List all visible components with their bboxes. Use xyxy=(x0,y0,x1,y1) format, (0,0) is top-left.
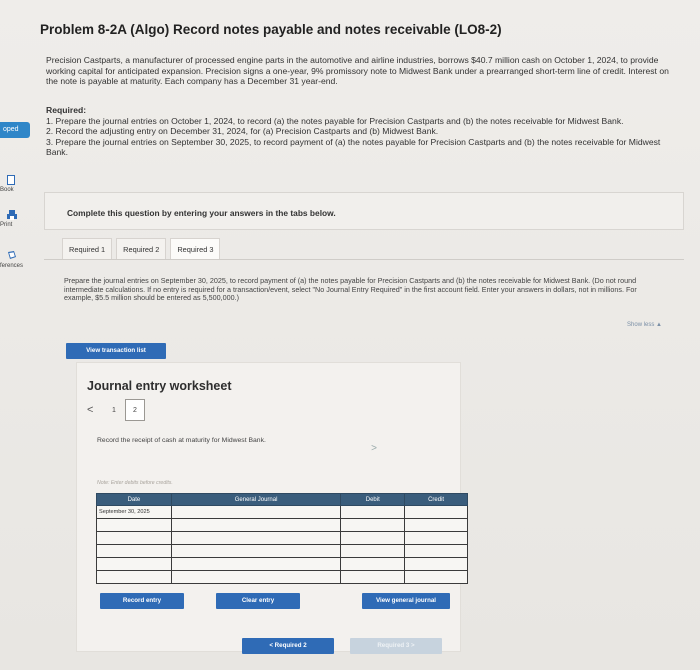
required-item-2: 2. Record the adjusting entry on Decembe… xyxy=(46,126,439,136)
table-row xyxy=(96,570,468,584)
header-debit: Debit xyxy=(340,493,406,506)
header-credit: Credit xyxy=(404,493,468,506)
debit-cell[interactable] xyxy=(340,518,406,532)
print-icon xyxy=(7,210,17,220)
view-general-journal-button[interactable]: View general journal xyxy=(362,593,450,609)
date-cell[interactable] xyxy=(96,531,172,545)
tab-bar: Required 1 Required 2 Required 3 xyxy=(62,238,224,260)
required-section: Required: 1. Prepare the journal entries… xyxy=(46,105,676,158)
sidebar-item-print[interactable]: Print xyxy=(0,209,36,228)
account-cell[interactable] xyxy=(170,505,342,519)
table-row xyxy=(96,531,468,545)
credit-cell[interactable] xyxy=(404,518,468,532)
credit-cell[interactable] xyxy=(404,544,468,558)
page: oped Book Print ferences Problem 8-2A (A… xyxy=(0,0,700,670)
date-cell[interactable] xyxy=(96,570,172,584)
credit-cell[interactable] xyxy=(404,505,468,519)
sidebar-badge[interactable]: oped xyxy=(0,122,30,138)
debit-cell[interactable] xyxy=(340,531,406,545)
sidebar-item-book[interactable]: Book xyxy=(0,174,36,193)
credit-cell[interactable] xyxy=(404,570,468,584)
date-cell[interactable] xyxy=(96,518,172,532)
required-item-1: 1. Prepare the journal entries on Octobe… xyxy=(46,115,624,126)
instruction-card-text: Complete this question by entering your … xyxy=(67,208,336,218)
tab-required-1[interactable]: Required 1 xyxy=(62,238,113,260)
credit-cell[interactable] xyxy=(404,531,468,545)
worksheet-description: Record the receipt of cash at maturity f… xyxy=(97,437,266,444)
record-entry-button[interactable]: Record entry xyxy=(100,593,184,609)
references-icon xyxy=(8,251,16,259)
worksheet-pagination: < 1 2 > xyxy=(87,399,377,454)
page-title: Problem 8-2A (Algo) Record notes payable… xyxy=(40,22,502,37)
required-item-3: 3. Prepare the journal entries on Septem… xyxy=(46,136,661,158)
problem-intro: Precision Castparts, a manufacturer of p… xyxy=(46,55,669,86)
page-1-button[interactable]: 1 xyxy=(103,407,125,414)
credit-cell[interactable] xyxy=(404,557,468,571)
debit-cell[interactable] xyxy=(340,570,406,584)
worksheet-title: Journal entry worksheet xyxy=(87,379,232,393)
header-date: Date xyxy=(96,493,172,506)
debit-cell[interactable] xyxy=(340,557,406,571)
debit-cell[interactable] xyxy=(340,505,406,519)
account-cell[interactable] xyxy=(170,570,342,584)
account-cell[interactable] xyxy=(170,531,342,545)
prev-required-button[interactable]: < Required 2 xyxy=(242,638,334,654)
date-cell[interactable]: September 30, 2025 xyxy=(96,505,172,519)
sidebar-item-references[interactable]: ferences xyxy=(0,250,36,269)
sidebar-item-label: Print xyxy=(0,222,13,228)
tab-instructions: Prepare the journal entries on September… xyxy=(64,276,637,303)
next-required-button[interactable]: Required 3 > xyxy=(350,638,442,654)
view-transaction-list-button[interactable]: View transaction list xyxy=(66,343,166,359)
tab-required-3[interactable]: Required 3 xyxy=(170,238,221,260)
sidebar-item-label: Book xyxy=(0,187,14,193)
prev-page-icon[interactable]: < xyxy=(87,404,103,416)
next-page-icon[interactable]: > xyxy=(371,443,377,454)
account-cell[interactable] xyxy=(170,557,342,571)
table-row xyxy=(96,544,468,558)
header-general-journal: General Journal xyxy=(170,493,342,506)
account-cell[interactable] xyxy=(170,518,342,532)
journal-table: Date General Journal Debit Credit Septem… xyxy=(96,493,468,584)
page-2-button[interactable]: 2 xyxy=(125,399,145,421)
book-icon xyxy=(7,175,15,185)
required-heading: Required: xyxy=(46,105,87,115)
show-less-link[interactable]: Show less ▲ xyxy=(627,322,662,328)
table-row: September 30, 2025 xyxy=(96,505,468,519)
date-cell[interactable] xyxy=(96,544,172,558)
tab-panel: Prepare the journal entries on September… xyxy=(44,259,684,659)
date-cell[interactable] xyxy=(96,557,172,571)
sidebar-item-label: ferences xyxy=(0,263,24,269)
left-rail: oped Book Print ferences xyxy=(0,0,36,670)
instruction-card: Complete this question by entering your … xyxy=(44,192,684,230)
tab-required-2[interactable]: Required 2 xyxy=(116,238,167,260)
debit-cell[interactable] xyxy=(340,544,406,558)
clear-entry-button[interactable]: Clear entry xyxy=(216,593,300,609)
table-row xyxy=(96,518,468,532)
table-row xyxy=(96,557,468,571)
worksheet-note: Note: Enter debits before credits. xyxy=(97,480,173,486)
account-cell[interactable] xyxy=(170,544,342,558)
